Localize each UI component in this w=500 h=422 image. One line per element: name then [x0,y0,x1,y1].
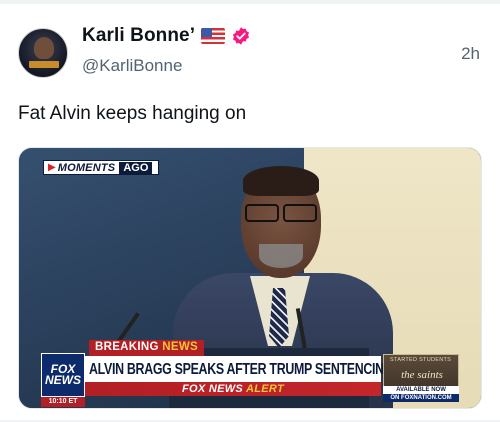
author-avatar[interactable] [18,28,68,78]
moments-ago-bug: ▶ MOMENTS AGO [43,160,160,175]
play-icon: ▶ [48,162,56,173]
avatar-tag [29,61,59,68]
speaker-hair [243,166,319,196]
moments-ago: AGO [119,161,153,174]
avatar-figure [34,37,54,59]
top-divider [0,0,500,4]
author-name-row: Karli Bonne’ [82,22,251,50]
chyron-headline-bar: ALVIN BRAGG SPEAKS AFTER TRUMP SENTENCIN… [85,356,436,382]
fox-news-alert-bar: FOX NEWS ALERT [85,382,381,396]
speaker-beard [259,244,303,268]
promo-available: AVAILABLE NOW [383,386,459,394]
us-flag-icon [201,28,226,44]
moments-word: MOMENTS [57,161,116,174]
alert-prefix: FOX NEWS [182,383,244,395]
breaking-word: BREAKING [95,341,159,353]
breaking-news-tag: BREAKING NEWS [89,340,204,356]
alert-text: FOX NEWS ALERT [182,383,284,395]
post-timestamp[interactable]: 2h [461,44,480,64]
speaker-glasses [245,204,317,222]
fox-news-logo: FOX NEWS [41,353,85,397]
verified-badge-icon[interactable] [231,26,251,46]
post-media-video[interactable]: ▶ MOMENTS AGO BREAKING NEWS ALVIN BRAGG … [18,147,482,409]
promo-small-text: STARTED STUDENTS [390,357,452,363]
promo-on: ON FOXNATION.COM [383,394,459,402]
promo-title: the saints [401,369,443,381]
alert-word: ALERT [246,383,284,395]
logo-line2: NEWS [45,373,81,387]
author-handle[interactable]: @KarliBonne [82,56,182,76]
post-text: Fat Alvin keeps hanging on [18,103,247,124]
author-display-name[interactable]: Karli Bonne’ [82,25,195,47]
breaking-news-word: NEWS [162,341,198,353]
broadcast-clock: 10:10 ET [41,397,85,407]
